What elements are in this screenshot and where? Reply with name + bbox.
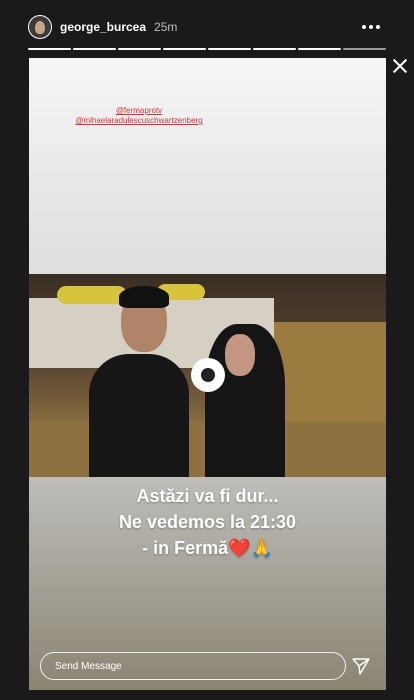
close-icon[interactable]: [390, 56, 410, 76]
progress-segment: [208, 48, 251, 50]
post-time: 25m: [154, 20, 178, 34]
story-caption: Astăzi va fi dur... Ne vedemos la 21:30 …: [29, 483, 386, 561]
message-composer[interactable]: [40, 652, 373, 680]
avatar[interactable]: [28, 15, 52, 39]
mention-mihaelaradulescu[interactable]: @mihaelaradulescuschwartzenberg: [29, 116, 249, 126]
story-video[interactable]: [29, 274, 386, 477]
story-header: george_burcea 25m: [28, 14, 386, 40]
mentions: @fermaprotv @mihaelaradulescuschwartzenb…: [29, 106, 249, 126]
progress-segment: [73, 48, 116, 50]
send-message-input[interactable]: [41, 653, 373, 679]
caption-line-1: Astăzi va fi dur...: [136, 486, 279, 506]
play-icon[interactable]: [191, 358, 225, 392]
username[interactable]: george_burcea: [60, 20, 146, 34]
more-options-icon[interactable]: [362, 24, 380, 30]
mention-fermaprotv[interactable]: @fermaprotv: [29, 106, 249, 116]
caption-line-3: - in Fermă❤️🙏: [142, 538, 273, 558]
progress-segment-current: [343, 48, 386, 50]
progress-segment: [253, 48, 296, 50]
progress-segment: [298, 48, 341, 50]
story-progress-bar: [28, 48, 386, 50]
progress-segment: [28, 48, 71, 50]
send-icon[interactable]: [351, 656, 371, 676]
progress-segment: [163, 48, 206, 50]
caption-line-2: Ne vedemos la 21:30: [118, 512, 297, 532]
story-content[interactable]: @fermaprotv @mihaelaradulescuschwartzenb…: [29, 58, 386, 690]
progress-segment: [118, 48, 161, 50]
